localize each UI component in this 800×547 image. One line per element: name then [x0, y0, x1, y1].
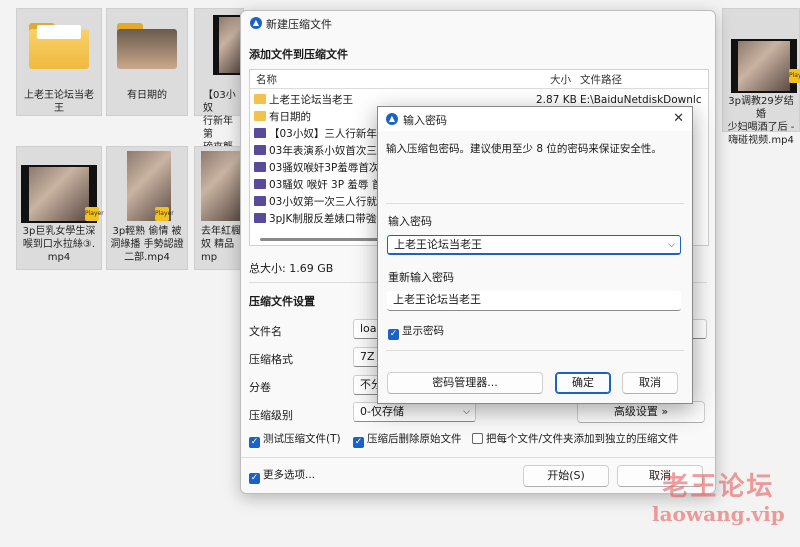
video-file-icon	[254, 213, 266, 223]
level-label: 压缩级别	[249, 409, 293, 422]
video-file-icon	[254, 128, 266, 138]
confirm-password-input[interactable]: 上老王论坛当老王	[387, 291, 681, 311]
watermark-title: 老王论坛	[662, 472, 775, 502]
level-select[interactable]: 0-仅存储 ⌵	[353, 402, 476, 422]
checkbox-checked-icon: ✓	[249, 473, 260, 484]
watermark-url: laowang.vip	[652, 502, 785, 526]
close-icon[interactable]: ✕	[673, 111, 684, 126]
password-hint: 输入压缩包密码。建议使用至少 8 位的密码来保证安全性。	[386, 143, 662, 155]
explorer-item-label: 上老王论坛当老 王	[24, 90, 94, 114]
checkbox-label: 测试压缩文件(T)	[263, 433, 341, 445]
delete-after-checkbox[interactable]: ✓ 压缩后删除原始文件	[353, 433, 462, 448]
file-name: 03騷奴 喉奸 3P 羞辱 首次	[269, 179, 393, 191]
app-icon: ▲	[386, 113, 398, 125]
folder-icon	[29, 23, 89, 69]
explorer-item-label: 3p巨乳女學生深 喉到口水拉絲③. mp4	[22, 226, 96, 263]
filename-label: 文件名	[249, 325, 282, 338]
explorer-item-folder-laowang[interactable]: 上老王论坛当老 王	[16, 8, 102, 116]
explorer-item-label: 3p輕熟 偷情 被 洞綠播 手勢認證 二部.mp4	[110, 226, 184, 263]
video-file-icon	[254, 162, 266, 172]
video-file-icon	[254, 196, 266, 206]
column-name[interactable]: 名称	[256, 72, 277, 87]
password-dialog: ▲ 输入密码 ✕ 输入压缩包密码。建议使用至少 8 位的密码来保证安全性。 输入…	[377, 106, 693, 404]
player-badge-icon: Player	[789, 69, 800, 83]
explorer-item-video[interactable]: 【03小奴 行新年第 磅來襲	[194, 8, 244, 153]
checkbox-label: 更多选项...	[263, 469, 316, 481]
video-thumbnail	[201, 151, 241, 221]
checkbox-checked-icon: ✓	[388, 329, 399, 340]
video-thumbnail	[731, 39, 797, 93]
window-titlebar: ▲ 新建压缩文件	[241, 11, 715, 35]
password-value: 上老王论坛当老王	[394, 238, 482, 251]
chevron-down-icon: ⌵	[463, 407, 470, 417]
explorer-item-label: 有日期的	[127, 90, 167, 101]
checkbox-label: 压缩后删除原始文件	[367, 433, 462, 445]
dialog-cancel-button[interactable]: 取消	[622, 372, 678, 394]
file-name: 【03小奴】三人行新年第	[269, 128, 388, 140]
checkbox-checked-icon: ✓	[353, 437, 364, 448]
explorer-item-video[interactable]: Player 3p輕熟 偷情 被 洞綠播 手勢認證 二部.mp4	[106, 146, 188, 270]
confirm-password-label: 重新输入密码	[388, 271, 454, 284]
settings-heading: 压缩文件设置	[249, 295, 315, 308]
test-archive-checkbox[interactable]: ✓ 测试压缩文件(T)	[249, 433, 341, 448]
format-label: 压缩格式	[249, 353, 293, 366]
split-label: 分卷	[249, 381, 271, 394]
checkbox-checked-icon: ✓	[249, 437, 260, 448]
file-name: 03年表演系小奴首次三人	[269, 145, 388, 157]
app-icon: ▲	[250, 17, 262, 29]
checkbox-label: 把每个文件/文件夹添加到独立的压缩文件	[486, 433, 679, 445]
checkbox-unchecked-icon	[472, 433, 483, 444]
watermark: 老王论坛 laowang.vip	[652, 472, 785, 526]
horizontal-scrollbar[interactable]	[260, 238, 380, 241]
file-name: 有日期的	[269, 111, 311, 123]
explorer-item-label: 【03小奴 行新年第 磅來襲	[203, 90, 236, 153]
total-size-label: 总大小: 1.69 GB	[249, 262, 334, 275]
more-options-checkbox[interactable]: ✓ 更多选项...	[249, 469, 315, 484]
player-badge-icon: Player	[155, 207, 174, 221]
column-size[interactable]: 大小	[550, 72, 571, 87]
file-name: 03骚奴喉奸3P羞辱首次三	[269, 162, 390, 174]
video-file-icon	[254, 179, 266, 189]
ok-button[interactable]: 确定	[555, 372, 611, 394]
dialog-titlebar: ▲ 输入密码 ✕	[378, 107, 692, 131]
chevron-down-icon[interactable]: ⌵	[668, 238, 675, 252]
file-name: 03小奴第一次三人行就特	[269, 196, 388, 208]
add-files-heading: 添加文件到压缩文件	[249, 48, 348, 61]
show-password-checkbox[interactable]: ✓ 显示密码	[388, 325, 444, 340]
password-label: 输入密码	[388, 215, 432, 228]
folder-icon	[254, 111, 266, 121]
file-name: 3pJK制服反差婊口带強制	[269, 213, 387, 225]
explorer-item-label: 去年紅楓 奴 精品 mp	[201, 226, 241, 263]
password-input[interactable]: 上老王论坛当老王 ⌵	[387, 235, 681, 255]
advanced-settings-button[interactable]: 高级设置 »	[577, 401, 705, 423]
explorer-item-video[interactable]: 去年紅楓 奴 精品 mp	[194, 146, 244, 270]
explorer-item-folder-dated[interactable]: 有日期的	[106, 8, 188, 116]
start-button[interactable]: 开始(S)	[523, 465, 609, 487]
video-file-icon	[254, 145, 266, 155]
dialog-title: 输入密码	[403, 114, 447, 127]
player-badge-icon: Player	[85, 207, 104, 221]
level-value: 0-仅存储	[360, 405, 404, 418]
column-path[interactable]: 文件路径	[580, 72, 622, 87]
folder-icon	[117, 23, 177, 69]
password-manager-button[interactable]: 密码管理器...	[387, 372, 543, 394]
folder-icon	[254, 94, 266, 104]
window-title: 新建压缩文件	[266, 18, 332, 31]
explorer-item-label: 3p调教29岁结婚 少妇喝酒了后 - 嗨碰视频.mp4	[727, 96, 795, 146]
explorer-item-video[interactable]: Player 3p巨乳女學生深 喉到口水拉絲③. mp4	[16, 146, 104, 270]
video-thumbnail	[213, 15, 243, 75]
separate-archives-checkbox[interactable]: 把每个文件/文件夹添加到独立的压缩文件	[472, 433, 679, 446]
explorer-item-video[interactable]: Player 3p调教29岁结婚 少妇喝酒了后 - 嗨碰视频.mp4	[722, 8, 800, 146]
file-name: 上老王论坛当老王	[269, 94, 353, 106]
checkbox-label: 显示密码	[402, 325, 444, 337]
